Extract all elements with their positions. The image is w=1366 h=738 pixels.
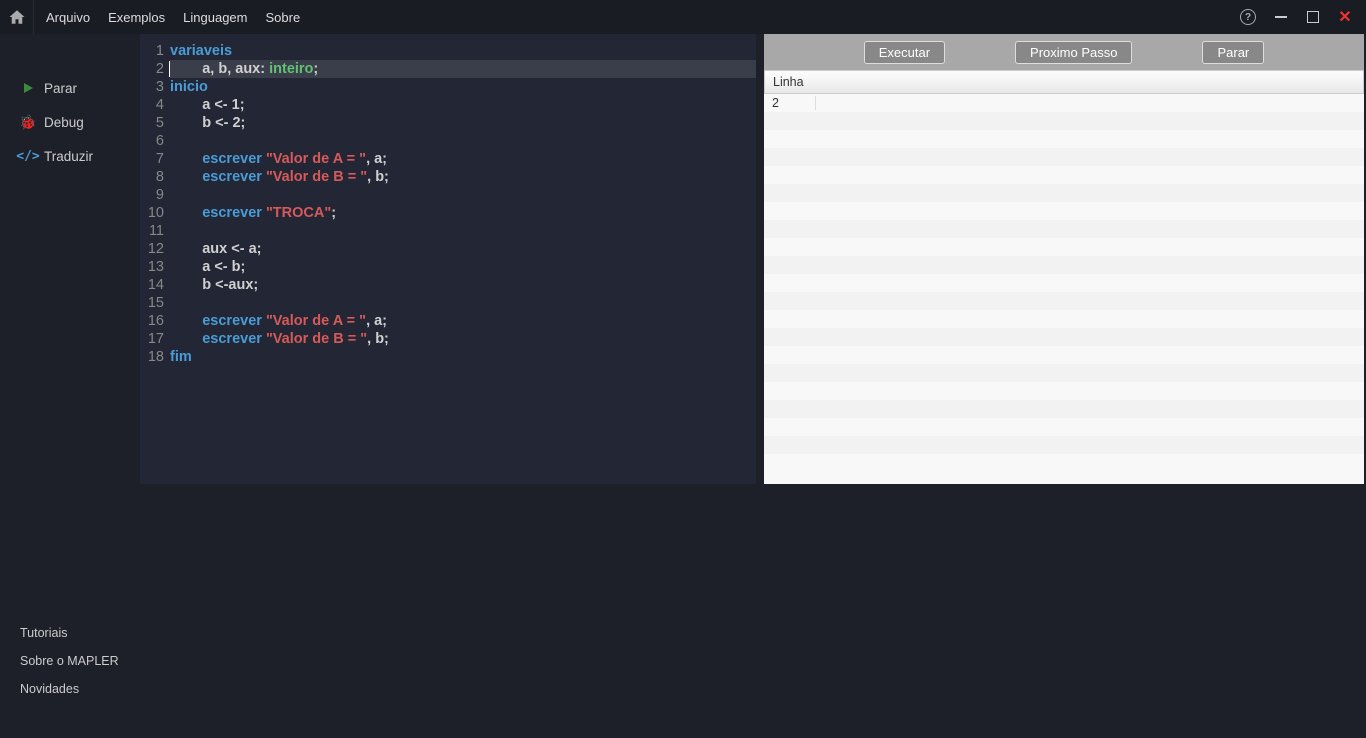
debug-row[interactable] [764, 130, 1364, 148]
bug-icon: 🐞 [20, 114, 36, 130]
code-line-1[interactable]: variaveis [170, 42, 756, 60]
menubar: Arquivo Exemplos Linguagem Sobre ? ✕ [0, 0, 1366, 34]
code-line-6[interactable] [170, 132, 756, 150]
code-icon: </> [20, 148, 36, 164]
debug-parar-button[interactable]: Parar [1202, 41, 1264, 64]
code-line-9[interactable] [170, 186, 756, 204]
sidebar-debug[interactable]: 🐞Debug [0, 108, 140, 136]
debug-row[interactable] [764, 256, 1364, 274]
debug-row[interactable] [764, 202, 1364, 220]
menu-sobre[interactable]: Sobre [265, 10, 300, 25]
debug-row[interactable] [764, 364, 1364, 382]
debug-panel: Executar Proximo Passo Parar Linha 2 [764, 34, 1364, 484]
code-line-2[interactable]: a, b, aux: inteiro; [170, 60, 756, 78]
menu-linguagem[interactable]: Linguagem [183, 10, 247, 25]
sidebar-traduzir[interactable]: </>Traduzir [0, 142, 140, 170]
play-icon [20, 80, 36, 96]
code-line-18[interactable]: fim [170, 348, 756, 366]
debug-row[interactable] [764, 238, 1364, 256]
debug-row[interactable] [764, 328, 1364, 346]
debug-row[interactable] [764, 112, 1364, 130]
code-line-8[interactable]: escrever "Valor de B = ", b; [170, 168, 756, 186]
output-console [140, 484, 1366, 738]
debug-row[interactable] [764, 184, 1364, 202]
debug-row[interactable] [764, 400, 1364, 418]
debug-row[interactable] [764, 382, 1364, 400]
code-line-17[interactable]: escrever "Valor de B = ", b; [170, 330, 756, 348]
sidebar: Parar 🐞Debug </>Traduzir Tutoriais Sobre o … [0, 34, 140, 738]
menu-exemplos[interactable]: Exemplos [108, 10, 165, 25]
debug-row[interactable] [764, 274, 1364, 292]
window-controls: ? ✕ [1240, 9, 1366, 25]
debug-row[interactable] [764, 166, 1364, 184]
debug-row[interactable] [764, 346, 1364, 364]
debug-row[interactable] [764, 310, 1364, 328]
code-editor[interactable]: 123456789101112131415161718 variaveis a,… [140, 34, 756, 484]
code-line-7[interactable]: escrever "Valor de A = ", a; [170, 150, 756, 168]
link-tutoriais[interactable]: Tutoriais [20, 626, 120, 640]
home-icon [8, 8, 26, 26]
debug-row[interactable] [764, 220, 1364, 238]
minimize-button[interactable] [1274, 10, 1288, 24]
code-line-14[interactable]: b <-aux; [170, 276, 756, 294]
code-line-15[interactable] [170, 294, 756, 312]
close-button[interactable]: ✕ [1338, 10, 1352, 24]
sidebar-parar[interactable]: Parar [0, 74, 140, 102]
maximize-button[interactable] [1306, 10, 1320, 24]
code-line-12[interactable]: aux <- a; [170, 240, 756, 258]
debug-row[interactable] [764, 292, 1364, 310]
link-novidades[interactable]: Novidades [20, 682, 120, 696]
code-line-11[interactable] [170, 222, 756, 240]
debug-row[interactable] [764, 436, 1364, 454]
code-line-16[interactable]: escrever "Valor de A = ", a; [170, 312, 756, 330]
debug-table-header: Linha [764, 70, 1364, 94]
link-sobre-o-mapler[interactable]: Sobre o MAPLER [20, 654, 120, 668]
debug-row[interactable] [764, 418, 1364, 436]
code-line-4[interactable]: a <- 1; [170, 96, 756, 114]
code-line-3[interactable]: inicio [170, 78, 756, 96]
help-icon[interactable]: ? [1240, 9, 1256, 25]
debug-row[interactable] [764, 148, 1364, 166]
code-line-10[interactable]: escrever "TROCA"; [170, 204, 756, 222]
debug-row[interactable]: 2 [764, 94, 1364, 112]
home-button[interactable] [0, 0, 34, 34]
debug-proximo-passo-button[interactable]: Proximo Passo [1015, 41, 1132, 64]
code-line-5[interactable]: b <- 2; [170, 114, 756, 132]
code-line-13[interactable]: a <- b; [170, 258, 756, 276]
menu-arquivo[interactable]: Arquivo [46, 10, 90, 25]
debug-executar-button[interactable]: Executar [864, 41, 945, 64]
